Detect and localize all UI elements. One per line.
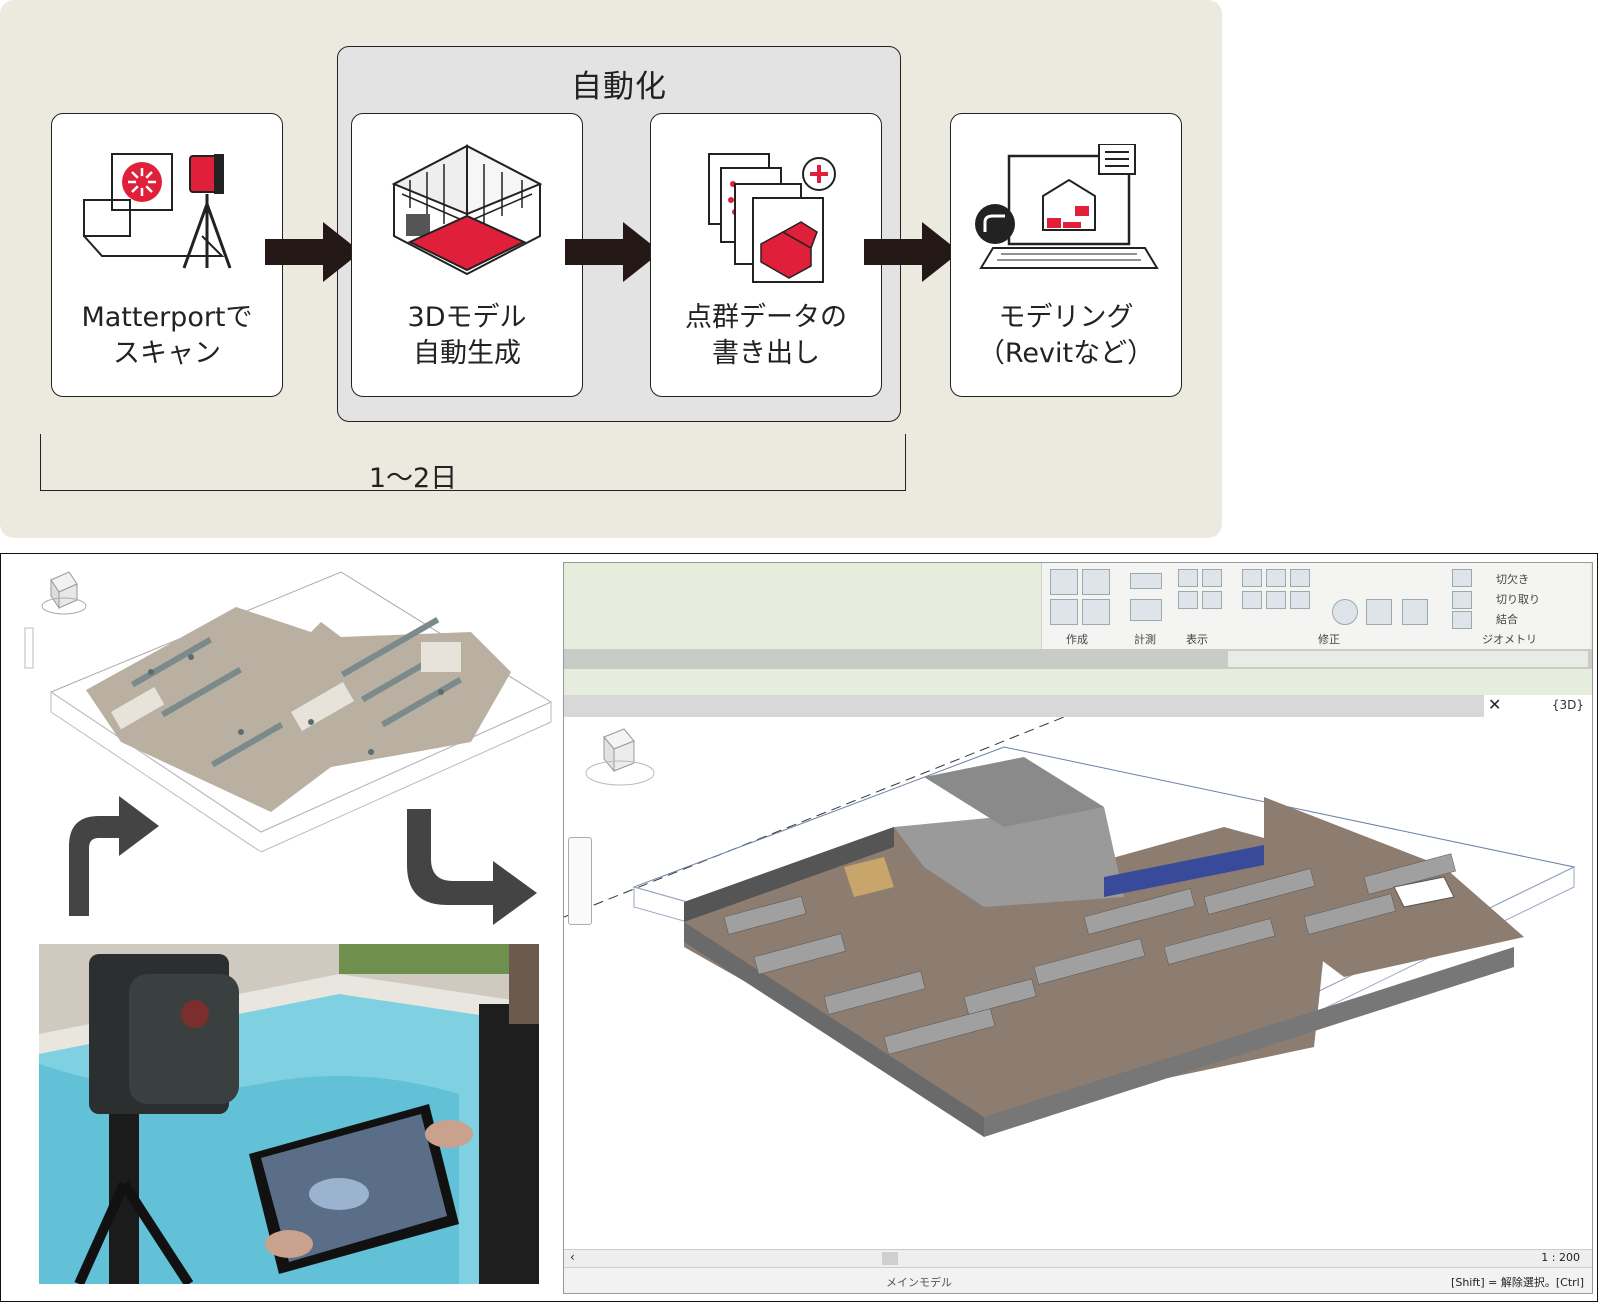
modify-tool-icon[interactable] [1290, 569, 1310, 587]
ribbon-group-label: ジオメトリ [1482, 633, 1537, 646]
ribbon-group-label: 作成 [1066, 633, 1088, 646]
ribbon-panel: 切欠き 切り取り 結合 作成 計測 表示 修正 ジオメトリ [1041, 563, 1590, 649]
step-matterport-scan: Matterportで スキャン [51, 113, 283, 397]
step-3d-model: 3Dモデル 自動生成 [351, 113, 583, 397]
arrow-right-icon [864, 222, 960, 282]
scroll-left-icon[interactable]: ‹ [570, 1250, 575, 1264]
point-cloud-export-icon [708, 153, 836, 283]
ribbon-item[interactable]: 結合 [1496, 611, 1518, 627]
duration-label: 1〜2日 [368, 463, 458, 494]
ribbon-group-label: 修正 [1318, 633, 1340, 646]
status-bar: メインモデル [Shift] = 解除選択。[Ctrl] [564, 1267, 1592, 1293]
arrow-right-icon [265, 222, 361, 282]
step-label: 3Dモデル 自動生成 [407, 302, 527, 369]
photo-and-screens-panel: 切欠き 切り取り 結合 作成 計測 表示 修正 ジオメトリ ✕ {3D} ‹ 1… [0, 553, 1598, 1302]
view-control-bar: ‹ 1 : 200 [564, 1249, 1592, 1268]
revit-3d-viewport[interactable] [564, 716, 1592, 1249]
laptop-revit-icon [975, 144, 1159, 269]
create-tool-icon[interactable] [1082, 599, 1110, 625]
camera-tablet-photo [39, 944, 539, 1284]
rotate-icon[interactable] [1332, 599, 1358, 625]
create-tool-icon[interactable] [1050, 569, 1078, 595]
step-label: モデリング （Revitなど） [977, 302, 1155, 369]
tab-3d-view[interactable]: ✕ {3D} [1484, 695, 1592, 717]
modify-tool-icon[interactable] [1266, 569, 1286, 587]
measure-tool-icon[interactable] [1130, 599, 1162, 621]
revit-building-model [564, 716, 1576, 1137]
tab-label: {3D} [1551, 698, 1584, 712]
options-bar [564, 669, 1592, 695]
navigation-bar[interactable] [568, 837, 592, 925]
step-point-cloud-export: 点群データの 書き出し [650, 113, 882, 397]
automation-label: 自動化 [571, 69, 667, 105]
view-tool-icon[interactable] [1178, 569, 1198, 587]
scanner-tripod-icon [83, 153, 232, 269]
ribbon-item[interactable]: 切り取り [1496, 591, 1540, 607]
modify-tool-icon[interactable] [1290, 591, 1310, 609]
horizontal-scrollbar[interactable] [882, 1252, 898, 1265]
view-tab-bar: ✕ {3D} [564, 695, 1592, 717]
status-message: [Shift] = 解除選択。[Ctrl] [1451, 1276, 1584, 1289]
curved-arrow-up-icon [69, 796, 159, 916]
view-tool-icon[interactable] [1178, 591, 1198, 609]
isometric-room-icon [391, 144, 543, 276]
create-tool-icon[interactable] [1050, 599, 1078, 625]
paint-brush-icon[interactable] [1202, 591, 1222, 609]
copy-icon[interactable] [1366, 599, 1392, 625]
curved-arrow-down-icon [407, 809, 537, 925]
quick-access-toolbar [564, 649, 1592, 669]
measure-tool-icon[interactable] [1130, 573, 1162, 589]
close-icon[interactable]: ✕ [1488, 695, 1501, 714]
move-icon[interactable] [1402, 599, 1428, 625]
geometry-tool-icon[interactable] [1452, 569, 1472, 587]
ribbon-group-label: 計測 [1134, 633, 1156, 646]
view-cube-icon [585, 728, 655, 786]
toolbar-tools[interactable] [1228, 651, 1588, 667]
ribbon-group-label: 表示 [1186, 633, 1208, 646]
light-bulb-icon[interactable] [1202, 569, 1222, 587]
geometry-tool-icon[interactable] [1452, 611, 1472, 629]
geometry-tool-icon[interactable] [1452, 591, 1472, 609]
step-revit-modeling: モデリング （Revitなど） [950, 113, 1182, 397]
duration-bracket: 1〜2日 [40, 434, 906, 494]
view-cube-icon [41, 571, 87, 615]
modify-tool-icon[interactable] [1266, 591, 1286, 609]
ribbon-item[interactable]: 切欠き [1496, 571, 1529, 587]
modify-tool-icon[interactable] [1242, 569, 1262, 587]
workflow-diagram: 自動化 Matterportで スキャン 3Dモデル 自動生成 点群データの 書… [0, 0, 1222, 538]
modify-tool-icon[interactable] [1242, 591, 1262, 609]
model-selector[interactable]: メインモデル [886, 1274, 952, 1290]
revit-window: 切欠き 切り取り 結合 作成 計測 表示 修正 ジオメトリ ✕ {3D} ‹ 1… [563, 562, 1593, 1294]
view-scale[interactable]: 1 : 200 [1541, 1251, 1580, 1264]
ribbon: 切欠き 切り取り 結合 作成 計測 表示 修正 ジオメトリ [564, 563, 1592, 649]
create-tool-icon[interactable] [1082, 569, 1110, 595]
step-label: 点群データの 書き出し [685, 302, 847, 369]
step-label: Matterportで スキャン [81, 302, 253, 369]
